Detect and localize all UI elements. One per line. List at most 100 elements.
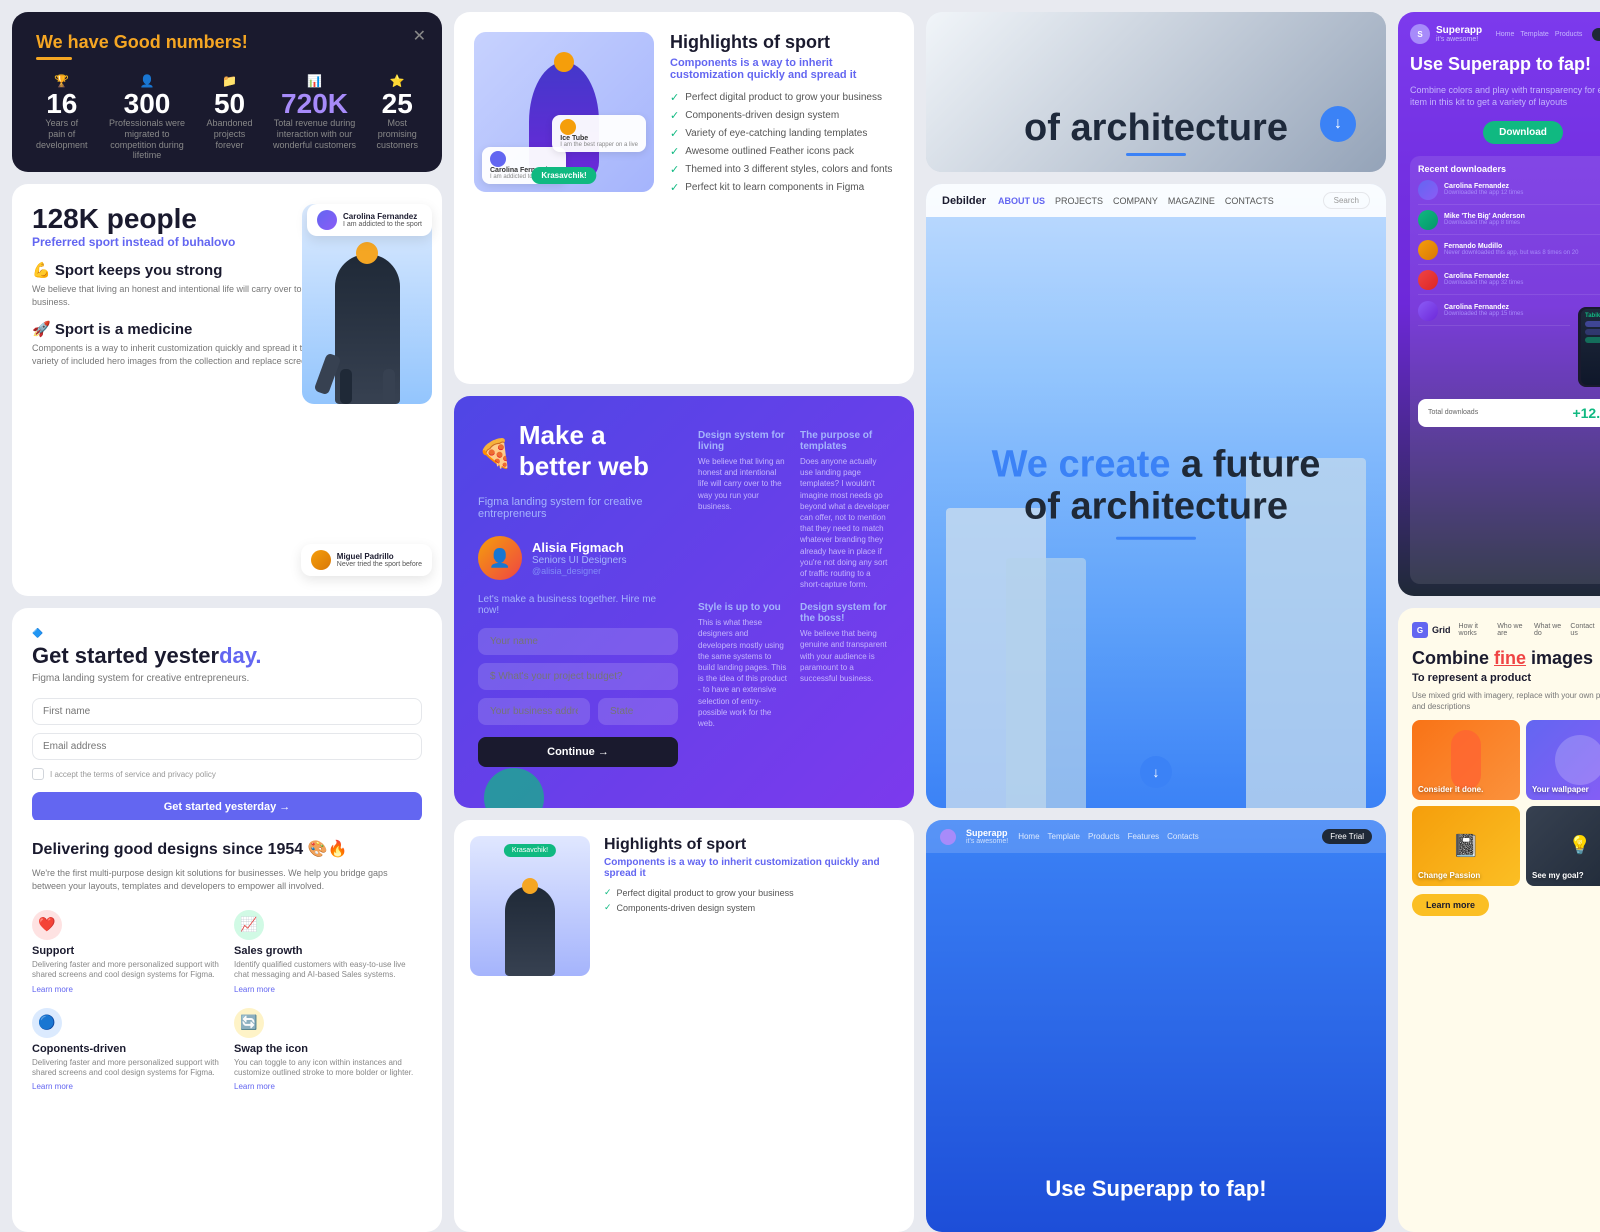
- check-icon: ✓: [604, 887, 612, 898]
- arch-blue-bar: [1126, 153, 1186, 156]
- bw-col-2: The purpose of templates Does anyone act…: [800, 430, 890, 590]
- budget-input[interactable]: [478, 663, 678, 690]
- bw-title: Make a better web: [519, 420, 678, 482]
- superapp-brand: Superapp: [1436, 25, 1482, 36]
- gf-learn-btn[interactable]: Learn more: [1412, 894, 1489, 916]
- gs-firstname[interactable]: [32, 698, 422, 725]
- bw-submit-btn[interactable]: Continue →: [478, 737, 678, 767]
- gf-img-label-2: Your wallpaper: [1532, 785, 1589, 794]
- arch-bottom-links: Home Template Products Features Contacts: [1018, 832, 1199, 841]
- avatar: [311, 550, 331, 570]
- recent-title: Recent downloaders: [1418, 164, 1600, 174]
- gf-desc: Use mixed grid with imagery, replace wit…: [1412, 690, 1600, 712]
- gf-title: Combine fine images: [1412, 648, 1600, 670]
- better-web-card: 🍕 Make a better web Figma landing system…: [454, 396, 914, 808]
- bw-profile: 👤 Alisia Figmach Seniors UI Designers @a…: [478, 536, 678, 580]
- gs-email[interactable]: [32, 733, 422, 760]
- superapp-free-btn[interactable]: Free Trial: [1592, 28, 1600, 41]
- sport-feature-4: ✓ Awesome outlined Feather icons pack: [670, 145, 894, 158]
- stat-value-rev: 720K: [281, 90, 348, 118]
- arch-bottom-title: Use Superapp to fap!: [946, 1176, 1366, 1202]
- avatar: [1418, 270, 1438, 290]
- swap-icon: 🔄: [234, 1008, 264, 1038]
- sport-badge: Krasavchik!: [531, 167, 596, 184]
- check-icon: ✓: [670, 181, 679, 194]
- avatar: [1418, 301, 1438, 321]
- arch-scroll-button[interactable]: ↓: [1320, 106, 1356, 142]
- learn-more-support[interactable]: Learn more: [32, 985, 220, 994]
- profile-name: Alisia Figmach: [532, 540, 626, 555]
- trophy-icon: 🏆: [54, 74, 69, 88]
- arch-bottom-content: Use Superapp to fap!: [946, 1176, 1366, 1202]
- check-icon: ✓: [670, 91, 679, 104]
- superapp-nav-links: Home Template Products: [1496, 31, 1583, 38]
- superapp-tagline: it's awesome!: [1436, 36, 1482, 43]
- check-icon: ✓: [670, 127, 679, 140]
- superapp-download-btn[interactable]: Download: [1483, 121, 1563, 144]
- close-icon[interactable]: ✕: [413, 26, 426, 46]
- address-input[interactable]: [478, 698, 590, 725]
- sport-subtitle: Components is a way to inherit customiza…: [670, 57, 894, 81]
- sport-bottom-badge: Krasavchik!: [504, 844, 556, 857]
- name-input[interactable]: [478, 628, 678, 655]
- stat-label-cust: Most promising customers: [377, 118, 419, 150]
- arch-hero-text: We create a futureof architecture: [949, 445, 1363, 548]
- learn-more-sales[interactable]: Learn more: [234, 985, 422, 994]
- superapp-nav: S Superapp it's awesome! Home Template P…: [1410, 24, 1600, 44]
- gs-checkbox-label: I accept the terms of service and privac…: [50, 770, 216, 779]
- sport-title: Highlights of sport: [670, 32, 894, 53]
- bw-cta: Let's make a business together. Hire me …: [478, 594, 678, 616]
- sport-bottom-title: Highlights of sport: [604, 836, 898, 854]
- learn-more-icon[interactable]: Learn more: [234, 1082, 422, 1091]
- gf-logo: Grid: [1432, 625, 1451, 635]
- gf-img-label-1: Consider it done.: [1418, 785, 1483, 794]
- arch-bottom-card: Superapp it's awesome! Home Template Pro…: [926, 820, 1386, 1232]
- stat-label-years: Years of pain of development: [36, 118, 88, 150]
- downloader-2: Mike 'The Big' Anderson Downloaded the a…: [1418, 210, 1600, 235]
- gf-nav: G Grid How it works Who we are What we d…: [1412, 622, 1600, 638]
- folder-icon: 📁: [222, 74, 237, 88]
- state-input[interactable]: [598, 698, 678, 725]
- people-128k-card: 128K people Preferred sport instead of b…: [12, 184, 442, 596]
- profile-avatar: 👤: [478, 536, 522, 580]
- sport-feature-1: ✓ Perfect digital product to grow your b…: [670, 91, 894, 104]
- user-name-2: Miguel Padrillo: [337, 552, 422, 561]
- grid-fine-card: G Grid How it works Who we are What we d…: [1398, 608, 1600, 1232]
- superapp-card: S Superapp it's awesome! Home Template P…: [1398, 12, 1600, 596]
- bw-col-4: Design system for the boss! We believe t…: [800, 602, 890, 729]
- sport-bottom-image: Krasavchik!: [470, 836, 590, 976]
- gs-submit-btn[interactable]: Get started yesterday →: [32, 792, 422, 822]
- tag-icon: 🔷: [32, 628, 43, 639]
- gf-img-label-4: See my goal?: [1532, 871, 1584, 880]
- avatar: [317, 210, 337, 230]
- sport-feature-5: ✓ Themed into 3 different styles, colors…: [670, 163, 894, 176]
- avatar: [1418, 180, 1438, 200]
- total-downloads: Total downloads +12.5K: [1418, 399, 1600, 427]
- support-icon: ❤️: [32, 910, 62, 940]
- sport-feature-6: ✓ Perfect kit to learn components in Fig…: [670, 181, 894, 194]
- total-label: Total downloads: [1428, 409, 1478, 416]
- arch-bottom-cta-btn[interactable]: Free Trial: [1322, 829, 1372, 844]
- bw-col-1: Design system for living We believe that…: [698, 430, 788, 590]
- downloader-3: Fernando Mudillo Never downloaded this a…: [1418, 240, 1600, 265]
- gd-feature-support: ❤️ Support Delivering faster and more pe…: [32, 910, 220, 994]
- stat-label-prof: Professionals were migrated to competiti…: [108, 118, 187, 161]
- arch-bottom-brand: Superapp: [966, 828, 1008, 838]
- phone-screen: Tabika: [1581, 309, 1600, 385]
- gs-checkbox[interactable]: [32, 768, 44, 780]
- superapp-hero-desc: Combine colors and play with transparenc…: [1410, 84, 1600, 109]
- arch-scroll-btn[interactable]: ↓: [1140, 756, 1172, 788]
- sport-bottom-subtitle: Components is a way to inherit customiza…: [604, 857, 898, 879]
- arch-hero-title: We create a futureof architecture: [949, 445, 1363, 529]
- check-icon: ✓: [670, 109, 679, 122]
- arch-search[interactable]: Search: [1323, 192, 1370, 209]
- user-card-2: Ice Tube I am the best rapper on a live: [552, 115, 646, 152]
- chart-icon: 📊: [307, 74, 322, 88]
- sport-feature-3: ✓ Variety of eye-catching landing templa…: [670, 127, 894, 140]
- sales-icon: 📈: [234, 910, 264, 940]
- person-icon: 👤: [140, 74, 155, 88]
- gf-img-4: 💡 See my goal?: [1526, 806, 1600, 886]
- arch-blue-line: [1116, 536, 1196, 539]
- user-chat-card-2: Miguel Padrillo Never tried the sport be…: [301, 544, 432, 576]
- learn-more-components[interactable]: Learn more: [32, 1082, 220, 1091]
